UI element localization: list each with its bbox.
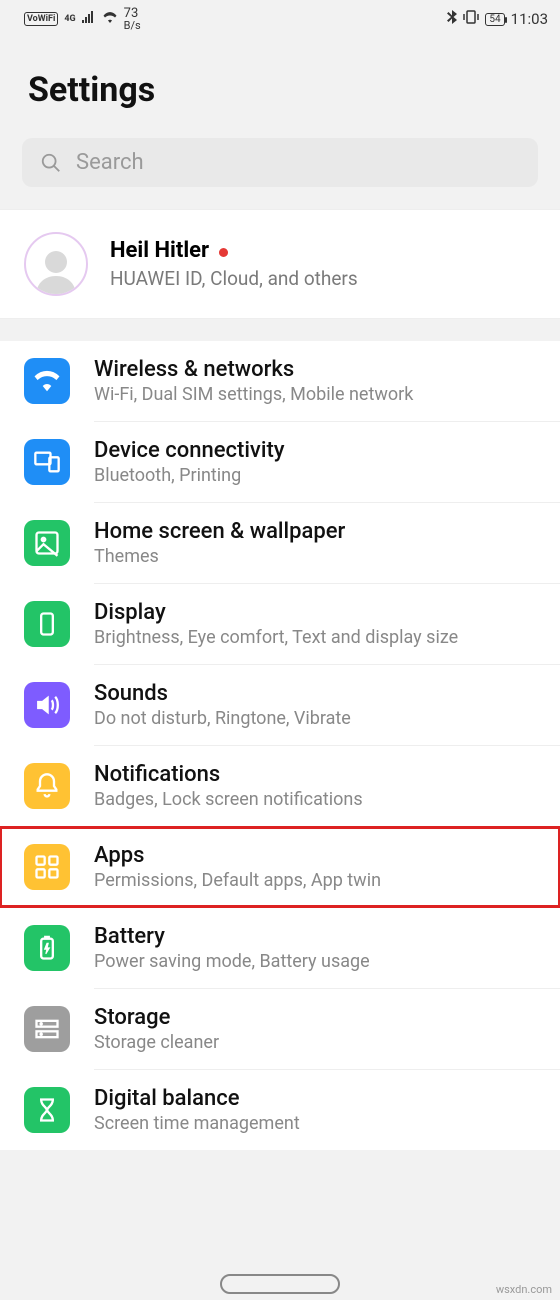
- item-desc: Do not disturb, Ringtone, Vibrate: [94, 708, 550, 729]
- apps-icon: [24, 844, 70, 890]
- bluetooth-icon: [447, 10, 457, 28]
- item-texts: Wireless & networksWi-Fi, Dual SIM setti…: [94, 357, 550, 405]
- item-texts: DisplayBrightness, Eye comfort, Text and…: [94, 600, 550, 648]
- item-texts: NotificationsBadges, Lock screen notific…: [94, 762, 550, 810]
- search-icon: [40, 152, 62, 174]
- vowifi-indicator: VoWiFi: [24, 12, 58, 26]
- settings-item-hourglass[interactable]: Digital balanceScreen time management: [0, 1070, 560, 1150]
- item-label: Wireless & networks: [94, 357, 550, 382]
- status-bar: VoWiFi 4G 73 B/s 54 11:03: [0, 0, 560, 34]
- item-label: Notifications: [94, 762, 550, 787]
- item-desc: Screen time management: [94, 1113, 550, 1134]
- hourglass-icon: [24, 1087, 70, 1133]
- item-desc: Wi-Fi, Dual SIM settings, Mobile network: [94, 384, 550, 405]
- settings-item-sound[interactable]: SoundsDo not disturb, Ringtone, Vibrate: [0, 665, 560, 745]
- battery-icon: [24, 925, 70, 971]
- item-texts: SoundsDo not disturb, Ringtone, Vibrate: [94, 681, 550, 729]
- search-placeholder: Search: [76, 150, 144, 175]
- account-name: Heil Hitler: [110, 238, 209, 263]
- item-texts: BatteryPower saving mode, Battery usage: [94, 924, 550, 972]
- search-bar[interactable]: Search: [22, 138, 538, 187]
- settings-item-devices[interactable]: Device connectivityBluetooth, Printing: [0, 422, 560, 502]
- page-title: Settings: [0, 34, 560, 128]
- account-subtitle: HUAWEI ID, Cloud, and others: [110, 267, 358, 290]
- settings-item-display[interactable]: DisplayBrightness, Eye comfort, Text and…: [0, 584, 560, 664]
- item-desc: Brightness, Eye comfort, Text and displa…: [94, 627, 550, 648]
- item-desc: Power saving mode, Battery usage: [94, 951, 550, 972]
- settings-item-apps[interactable]: AppsPermissions, Default apps, App twin: [0, 827, 560, 907]
- item-label: Battery: [94, 924, 550, 949]
- item-texts: Device connectivityBluetooth, Printing: [94, 438, 550, 486]
- watermark: wsxdn.com: [496, 1283, 552, 1296]
- notification-dot: [219, 248, 228, 257]
- item-desc: Permissions, Default apps, App twin: [94, 870, 550, 891]
- item-texts: AppsPermissions, Default apps, App twin: [94, 843, 550, 891]
- data-speed: 73 B/s: [124, 7, 141, 31]
- nav-pill[interactable]: [220, 1274, 340, 1294]
- battery-indicator: 54: [485, 13, 504, 26]
- item-label: Storage: [94, 1005, 550, 1030]
- wallpaper-icon: [24, 520, 70, 566]
- avatar: [24, 232, 88, 296]
- clock: 11:03: [511, 10, 548, 28]
- item-label: Device connectivity: [94, 438, 550, 463]
- settings-item-bell[interactable]: NotificationsBadges, Lock screen notific…: [0, 746, 560, 826]
- item-desc: Badges, Lock screen notifications: [94, 789, 550, 810]
- settings-item-storage[interactable]: StorageStorage cleaner: [0, 989, 560, 1069]
- devices-icon: [24, 439, 70, 485]
- status-left: VoWiFi 4G 73 B/s: [24, 7, 141, 31]
- settings-list: Wireless & networksWi-Fi, Dual SIM setti…: [0, 341, 560, 1150]
- status-right: 54 11:03: [447, 10, 548, 28]
- item-label: Sounds: [94, 681, 550, 706]
- settings-item-wallpaper[interactable]: Home screen & wallpaperThemes: [0, 503, 560, 583]
- account-row[interactable]: Heil Hitler HUAWEI ID, Cloud, and others: [0, 209, 560, 319]
- item-texts: Digital balanceScreen time management: [94, 1086, 550, 1134]
- item-label: Apps: [94, 843, 550, 868]
- storage-icon: [24, 1006, 70, 1052]
- account-text: Heil Hitler HUAWEI ID, Cloud, and others: [110, 238, 358, 290]
- vibrate-icon: [463, 10, 479, 28]
- settings-item-battery[interactable]: BatteryPower saving mode, Battery usage: [0, 908, 560, 988]
- settings-item-wifi[interactable]: Wireless & networksWi-Fi, Dual SIM setti…: [0, 341, 560, 421]
- display-icon: [24, 601, 70, 647]
- item-desc: Themes: [94, 546, 550, 567]
- item-desc: Bluetooth, Printing: [94, 465, 550, 486]
- bell-icon: [24, 763, 70, 809]
- item-label: Digital balance: [94, 1086, 550, 1111]
- signal-icon: [82, 11, 96, 27]
- item-texts: StorageStorage cleaner: [94, 1005, 550, 1053]
- wifi-icon: [24, 358, 70, 404]
- sound-icon: [24, 682, 70, 728]
- wifi-icon: [102, 11, 118, 27]
- item-texts: Home screen & wallpaperThemes: [94, 519, 550, 567]
- item-desc: Storage cleaner: [94, 1032, 550, 1053]
- item-label: Home screen & wallpaper: [94, 519, 550, 544]
- network-type: 4G: [64, 14, 75, 24]
- item-label: Display: [94, 600, 550, 625]
